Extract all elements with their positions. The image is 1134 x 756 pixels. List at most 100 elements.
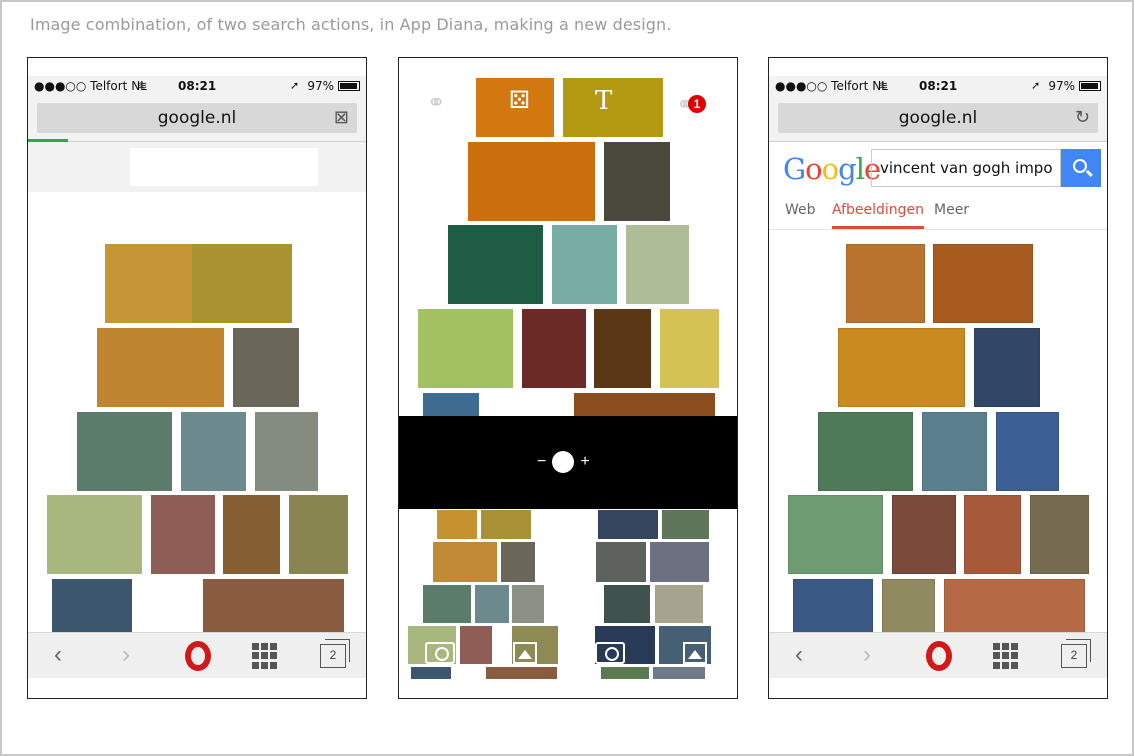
color-tile[interactable] (289, 495, 348, 574)
zoom-slider-knob[interactable] (552, 450, 575, 473)
color-tile[interactable] (437, 510, 477, 539)
address-bar: google.nl ⊠ (28, 96, 366, 142)
share-icon[interactable]: ⚭ (427, 90, 445, 116)
color-tile[interactable] (598, 510, 658, 539)
color-tile[interactable] (512, 585, 544, 623)
color-tile[interactable] (97, 328, 224, 407)
color-tile[interactable] (433, 542, 497, 582)
color-tile[interactable] (105, 244, 205, 323)
color-tile[interactable] (423, 585, 471, 623)
color-tile[interactable] (601, 667, 649, 679)
image-result-thumbnail[interactable] (996, 412, 1059, 491)
image-result-thumbnail[interactable] (788, 495, 883, 574)
close-icon[interactable]: ⊠ (334, 108, 349, 128)
color-tile[interactable] (460, 626, 492, 664)
image-result-thumbnail[interactable] (846, 244, 925, 323)
color-tile[interactable] (574, 393, 715, 416)
color-tile[interactable] (653, 667, 705, 679)
camera-icon[interactable] (595, 642, 625, 664)
image-result-thumbnail[interactable] (922, 412, 987, 491)
google-search-bar: Google vincent van gogh impo (769, 142, 1107, 192)
search-button[interactable] (1061, 149, 1101, 187)
image-result-thumbnail[interactable] (964, 495, 1021, 574)
color-tile[interactable] (552, 225, 617, 304)
color-tile[interactable] (203, 579, 344, 634)
search-placeholder-box[interactable] (130, 148, 318, 186)
reload-icon[interactable]: ↻ (1075, 108, 1090, 128)
color-tile[interactable] (522, 309, 586, 388)
zoom-control[interactable]: − + (537, 450, 590, 474)
color-tile[interactable] (662, 510, 709, 539)
forward-button[interactable]: › (863, 643, 871, 667)
color-tile[interactable] (52, 579, 132, 634)
image-result-thumbnail[interactable] (944, 579, 1085, 634)
status-time: 08:21 (178, 79, 217, 93)
color-tile[interactable] (223, 495, 280, 574)
color-tile[interactable] (475, 585, 509, 623)
image-result-thumbnail[interactable] (974, 328, 1040, 407)
tab-web[interactable]: Web (785, 202, 816, 218)
color-tile[interactable] (233, 328, 299, 407)
image-result-thumbnail[interactable] (838, 328, 965, 407)
search-input[interactable]: vincent van gogh impo (871, 149, 1061, 187)
color-tile[interactable] (192, 244, 292, 323)
color-tile[interactable] (626, 225, 689, 304)
image-result-thumbnail[interactable] (793, 579, 873, 634)
color-tile[interactable] (594, 309, 651, 388)
color-tile[interactable] (255, 412, 318, 491)
image-icon[interactable] (513, 642, 537, 664)
color-tile[interactable] (604, 585, 650, 623)
opera-menu-icon[interactable] (926, 641, 952, 671)
text-icon[interactable]: T (595, 88, 612, 114)
battery-level: 97% (307, 79, 334, 93)
color-tile[interactable] (660, 309, 719, 388)
color-tile[interactable] (151, 495, 215, 574)
back-button[interactable]: ‹ (795, 643, 803, 667)
battery-icon (338, 81, 360, 91)
color-tile[interactable] (423, 393, 479, 416)
color-tile[interactable] (181, 412, 246, 491)
color-tile[interactable] (411, 667, 451, 679)
color-tile[interactable] (501, 542, 535, 582)
image-result-thumbnail[interactable] (1030, 495, 1089, 574)
address-bar: google.nl ↻ (769, 96, 1107, 142)
image-icon[interactable] (683, 642, 707, 664)
location-arrow-icon: ➚ (1031, 79, 1041, 92)
opera-menu-icon[interactable] (185, 641, 211, 671)
camera-icon[interactable] (425, 642, 455, 664)
speed-dial-grid-icon[interactable] (252, 643, 278, 669)
status-time: 08:21 (919, 79, 958, 93)
color-tile[interactable] (486, 667, 557, 679)
google-logo[interactable]: Google (783, 152, 881, 186)
tab-images[interactable]: Afbeeldingen (832, 202, 925, 229)
color-tile[interactable] (563, 78, 663, 137)
color-tile[interactable] (77, 412, 172, 491)
url-field[interactable]: google.nl ↻ (778, 103, 1098, 133)
image-result-thumbnail[interactable] (818, 412, 913, 491)
color-tile[interactable] (47, 495, 142, 574)
color-tile[interactable] (650, 542, 709, 582)
image-result-thumbnail[interactable] (892, 495, 956, 574)
color-tile[interactable] (655, 585, 703, 623)
back-button[interactable]: ‹ (54, 643, 62, 667)
color-tile[interactable] (604, 142, 670, 221)
dice-icon[interactable]: ⚄ (509, 88, 530, 114)
zoom-out-button[interactable]: − (537, 453, 546, 470)
url-text: google.nl (898, 108, 978, 128)
image-result-thumbnail[interactable] (933, 244, 1033, 323)
bottom-toolbar: ‹ › 2 (769, 632, 1107, 678)
color-tile[interactable] (468, 142, 595, 221)
tabs-button[interactable]: 2 (1061, 639, 1091, 668)
color-tile[interactable] (448, 225, 543, 304)
color-tile[interactable] (481, 510, 531, 539)
forward-button[interactable]: › (122, 643, 130, 667)
color-tile[interactable] (596, 542, 646, 582)
image-result-thumbnail[interactable] (882, 579, 935, 634)
zoom-in-button[interactable]: + (580, 453, 589, 470)
color-tile[interactable] (418, 309, 513, 388)
tab-more[interactable]: Meer (934, 202, 969, 218)
zoom-band: − + (399, 416, 737, 509)
url-field[interactable]: google.nl ⊠ (37, 103, 357, 133)
speed-dial-grid-icon[interactable] (993, 643, 1019, 669)
tabs-button[interactable]: 2 (320, 639, 350, 668)
